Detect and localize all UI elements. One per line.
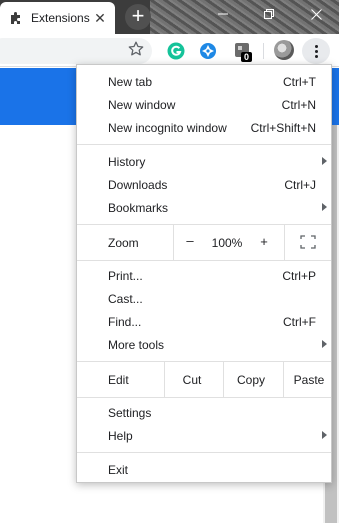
menu-item-exit[interactable]: Exit (77, 458, 331, 481)
menu-item-downloads[interactable]: Downloads Ctrl+J (77, 173, 331, 196)
submenu-arrow-icon (322, 340, 327, 348)
menu-item-new-window[interactable]: New window Ctrl+N (77, 93, 331, 116)
menu-item-label: Exit (108, 462, 129, 477)
menu-item-history[interactable]: History (77, 150, 331, 173)
menu-item-label: Find... (108, 314, 142, 329)
menu-item-shortcut: Ctrl+N (281, 97, 316, 112)
more-menu-button[interactable] (302, 38, 330, 64)
menu-item-label: New incognito window (108, 120, 227, 135)
menu-item-label: Cast... (108, 291, 143, 306)
menu-item-label: History (108, 154, 146, 169)
menu-item-new-tab[interactable]: New tab Ctrl+T (77, 70, 331, 93)
submenu-arrow-icon (322, 431, 327, 439)
menu-divider (77, 452, 331, 453)
zoom-out-button[interactable]: – (183, 233, 197, 248)
menu-item-shortcut: Ctrl+Shift+N (250, 120, 316, 135)
kebab-dot (314, 54, 318, 58)
zoom-level: 100% (211, 236, 243, 250)
tab-extensions[interactable]: Extensions ✕ (0, 2, 115, 34)
menu-item-shortcut: Ctrl+P (282, 268, 316, 283)
blue-extension-icon[interactable] (199, 42, 217, 60)
extension-badge: 0 (241, 52, 252, 62)
menu-item-label: Print... (108, 268, 143, 283)
edit-separator (283, 362, 284, 397)
chrome-main-menu: New tab Ctrl+T New window Ctrl+N New inc… (76, 64, 332, 483)
menu-item-cast[interactable]: Cast... (77, 287, 331, 310)
tab-title: Extensions (31, 11, 90, 25)
menu-divider (77, 144, 331, 145)
profile-avatar[interactable] (274, 40, 294, 60)
title-bar: Extensions ✕ + (0, 0, 339, 34)
submenu-arrow-icon (322, 203, 327, 211)
menu-item-settings[interactable]: Settings (77, 401, 331, 424)
menu-item-label: New tab (108, 74, 153, 89)
menu-item-label: More tools (108, 337, 165, 352)
menu-item-label: Bookmarks (108, 200, 169, 215)
toolbar-separator (263, 43, 264, 59)
fullscreen-icon[interactable] (300, 235, 316, 249)
close-window-button[interactable] (293, 0, 339, 28)
zoom-in-button[interactable]: + (257, 234, 271, 249)
restore-button[interactable] (246, 0, 292, 28)
menu-item-label: Downloads (108, 177, 168, 192)
copy-button[interactable]: Copy (227, 373, 275, 387)
gray-extension-icon[interactable]: 0 (234, 42, 252, 62)
minimize-button[interactable] (200, 0, 246, 28)
menu-item-label: Settings (108, 405, 152, 420)
zoom-label: Zoom (108, 236, 139, 250)
menu-item-shortcut: Ctrl+T (283, 74, 316, 89)
kebab-dot (314, 44, 318, 48)
menu-item-bookmarks[interactable]: Bookmarks (77, 196, 331, 219)
zoom-separator (173, 225, 174, 260)
edit-label: Edit (108, 373, 129, 387)
bookmark-star-icon[interactable] (127, 40, 145, 58)
browser-toolbar: 0 (0, 34, 339, 67)
zoom-separator (284, 225, 285, 260)
menu-item-help[interactable]: Help (77, 424, 331, 447)
new-tab-button[interactable]: + (125, 4, 151, 30)
menu-item-shortcut: Ctrl+J (284, 177, 316, 192)
menu-item-label: Help (108, 428, 133, 443)
menu-item-shortcut: Ctrl+F (283, 314, 316, 329)
menu-divider (77, 397, 331, 398)
menu-item-new-incognito-window[interactable]: New incognito window Ctrl+Shift+N (77, 116, 331, 139)
edit-separator (223, 362, 224, 397)
edit-row: Edit Cut Copy Paste (77, 362, 331, 397)
close-tab-icon[interactable]: ✕ (93, 11, 107, 25)
kebab-dot (314, 49, 318, 53)
menu-item-find[interactable]: Find... Ctrl+F (77, 310, 331, 333)
cut-button[interactable]: Cut (169, 373, 215, 387)
grammarly-icon[interactable] (167, 42, 185, 60)
menu-item-more-tools[interactable]: More tools (77, 333, 331, 356)
puzzle-icon (9, 11, 23, 25)
edit-separator (164, 362, 165, 397)
menu-item-label: New window (108, 97, 176, 112)
submenu-arrow-icon (322, 157, 327, 165)
menu-divider (77, 260, 331, 261)
paste-button[interactable]: Paste (287, 373, 331, 387)
zoom-row: Zoom – 100% + (77, 225, 331, 260)
menu-item-print[interactable]: Print... Ctrl+P (77, 264, 331, 287)
